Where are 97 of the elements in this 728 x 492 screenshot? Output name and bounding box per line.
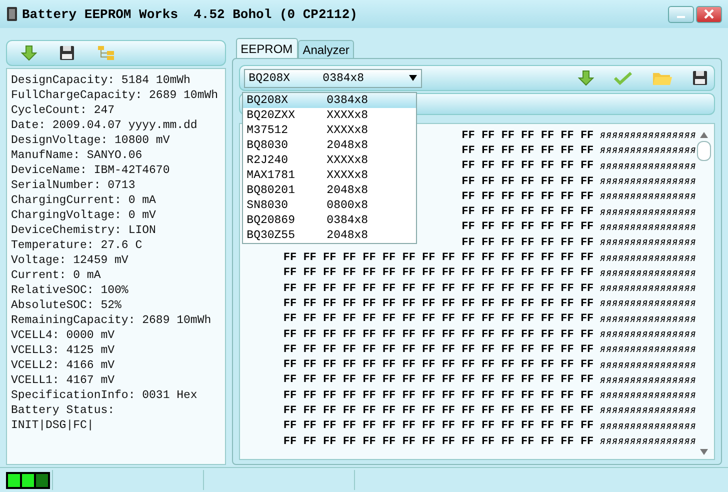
hex-bytes: FF FF FF FF FF FF FF FF FF FF FF FF FF FF FF FF xyxy=(283,328,594,340)
caret-icon xyxy=(408,75,417,81)
hex-bytes: FF FF FF FF FF FF FF xyxy=(462,130,594,142)
info-line: Current: 0 mA xyxy=(11,268,102,283)
dropdown-option[interactable]: BQ80201 2048x8 xyxy=(242,183,416,198)
info-line: DesignCapacity: 5184 10mWh xyxy=(11,73,192,88)
hex-bytes: FF FF FF FF FF FF FF FF FF FF FF FF FF FF FF FF xyxy=(283,420,594,432)
info-line: RemainingCapacity: 2689 10mWh xyxy=(11,313,212,328)
ascii-text: яяяяяяяяяяяяяяяя xyxy=(600,420,696,432)
hex-bytes: FF FF FF FF FF FF FF FF FF FF FF FF FF FF FF FF xyxy=(283,252,594,264)
ascii-text: яяяяяяяяяяяяяяяя xyxy=(600,283,696,294)
ascii-text: яяяяяяяяяяяяяяяя xyxy=(600,252,696,264)
ascii-text: яяяяяяяяяяяяяяяя xyxy=(600,237,696,248)
info-line: CycleCount: 247 xyxy=(11,103,116,118)
info-line: RelativeSOC: 100% xyxy=(11,283,130,298)
minimize-icon xyxy=(677,16,685,18)
close-icon xyxy=(704,9,714,19)
ascii-text: яяяяяяяяяяяяяяяя xyxy=(600,360,696,371)
info-line: Date: 2009.04.07 yyyy.mm.dd xyxy=(11,118,198,133)
close-button[interactable] xyxy=(696,6,722,22)
ascii-text: яяяяяяяяяяяяяяяя xyxy=(600,268,696,279)
info-line: FullChargeCapacity: 2689 10mWh xyxy=(11,88,220,103)
info-line: Voltage: 12459 mV xyxy=(11,253,130,268)
battery-icon xyxy=(6,6,18,22)
hex-bytes: FF FF FF FF FF FF FF FF FF FF FF FF FF FF FF FF xyxy=(283,282,594,295)
hex-bytes: FF FF FF FF FF FF FF FF FF FF FF FF FF FF FF FF xyxy=(283,404,594,417)
info-line: DeviceName: IBM-42T4670 xyxy=(11,163,171,178)
hex-bytes: FF FF FF FF FF FF FF xyxy=(462,176,594,188)
hex-bytes: FF FF FF FF FF FF FF xyxy=(462,160,594,172)
ascii-text: яяяяяяяяяяяяяяяя xyxy=(600,160,696,172)
ascii-text: яяяяяяяяяяяяяяяя xyxy=(600,298,696,310)
info-line: DeviceChemistry: LION xyxy=(11,223,157,238)
info-line: VCELL3: 4125 mV xyxy=(11,343,116,358)
save-icon[interactable] xyxy=(59,45,75,61)
save-icon[interactable] xyxy=(692,70,708,86)
hex-bytes: FF FF FF FF FF FF FF xyxy=(462,221,594,234)
ascii-text: яяяяяяяяяяяяяяяя xyxy=(600,390,696,402)
dropdown-option[interactable]: BQ208X 0384x8 xyxy=(242,93,416,108)
ascii-text: яяяяяяяяяяяяяяяя xyxy=(600,374,696,386)
info-line: INIT|DSG|FC| xyxy=(11,418,95,433)
ascii-text: яяяяяяяяяяяяяяяя xyxy=(600,176,696,188)
ascii-text: яяяяяяяяяяяяяяяя xyxy=(600,344,696,356)
window-title: Battery EEPROM Works 4.52 Bohol (0 CP2112) xyxy=(22,6,358,22)
ascii-text: яяяяяяяяяяяяяяяя xyxy=(600,405,696,416)
download-arrow-icon[interactable] xyxy=(21,45,37,61)
scroll-up-icon[interactable] xyxy=(700,132,708,138)
info-line: SerialNumber: 0713 xyxy=(11,178,136,193)
ascii-text: яяяяяяяяяяяяяяяя xyxy=(600,314,696,325)
chip-size: 0384x8 xyxy=(322,72,366,84)
hex-bytes: FF FF FF FF FF FF FF FF FF FF FF FF FF FF FF FF xyxy=(283,374,594,386)
info-line: AbsoluteSOC: 52% xyxy=(11,298,122,313)
info-line: VCELL1: 4167 mV xyxy=(11,373,116,388)
hex-bytes: FF FF FF FF FF FF FF FF FF FF FF FF FF FF FF FF xyxy=(283,298,594,310)
info-line: ChargingVoltage: 0 mV xyxy=(11,208,157,223)
info-line: SpecificationInfo: 0031 Hex xyxy=(11,388,198,403)
hex-bytes: FF FF FF FF FF FF FF FF FF FF FF FF FF FF FF FF xyxy=(283,344,594,356)
hex-bytes: FF FF FF FF FF FF FF FF FF FF FF FF FF FF FF FF xyxy=(283,313,594,326)
hex-bytes: FF FF FF FF FF FF FF xyxy=(462,206,594,218)
tree-icon[interactable] xyxy=(97,45,115,61)
scroll-thumb[interactable] xyxy=(697,141,711,161)
tab[interactable]: Analyzer xyxy=(298,40,354,58)
dropdown-option[interactable]: MAX1781 XXXXx8 xyxy=(242,168,416,183)
tab[interactable]: EEPROM xyxy=(236,38,298,58)
info-line: VCELL4: 0000 mV xyxy=(11,328,116,343)
dropdown-option[interactable]: M37512 XXXXx8 xyxy=(242,123,416,138)
dropdown-option[interactable]: R2J240 XXXXx8 xyxy=(242,153,416,168)
dropdown-option[interactable]: BQ30Z55 2048x8 xyxy=(242,228,416,243)
hex-bytes: FF FF FF FF FF FF FF FF FF FF FF FF FF FF FF FF xyxy=(283,390,594,402)
hex-bytes: FF FF FF FF FF FF FF xyxy=(462,190,594,203)
download-arrow-icon[interactable] xyxy=(578,70,594,86)
hex-bytes: FF FF FF FF FF FF FF xyxy=(462,144,594,157)
info-line: ManufName: SANYO.06 xyxy=(11,148,144,163)
ascii-text: яяяяяяяяяяяяяяяя xyxy=(600,222,696,233)
hex-bytes: FF FF FF FF FF FF FF FF FF FF FF FF FF FF FF FF xyxy=(283,436,594,448)
dropdown-option[interactable]: BQ20869 0384x8 xyxy=(242,213,416,228)
info-line: ChargingCurrent: 0 mA xyxy=(11,193,157,208)
dropdown-option[interactable]: BQ8030 2048x8 xyxy=(242,138,416,153)
info-line: VCELL2: 4166 mV xyxy=(11,358,116,373)
info-line: DesignVoltage: 10800 mV xyxy=(11,133,171,148)
ascii-text: яяяяяяяяяяяяяяяя xyxy=(600,145,696,156)
ascii-text: яяяяяяяяяяяяяяяя xyxy=(600,436,696,448)
chip-dropdown[interactable]: BQ208X 0384x8 xyxy=(244,68,422,88)
hex-bytes: FF FF FF FF FF FF FF xyxy=(462,236,594,249)
chip-name: BQ208X xyxy=(248,72,292,84)
info-line: Temperature: 27.6 C xyxy=(11,238,144,253)
check-icon[interactable] xyxy=(614,71,632,85)
ascii-text: яяяяяяяяяяяяяяяя xyxy=(600,130,696,142)
ascii-text: яяяяяяяяяяяяяяяя xyxy=(600,329,696,340)
dropdown-option[interactable]: SN8030 0800x8 xyxy=(242,198,416,213)
scroll-down-icon[interactable] xyxy=(700,449,708,455)
hex-bytes: FF FF FF FF FF FF FF FF FF FF FF FF FF FF FF FF xyxy=(283,359,594,372)
minimize-button[interactable] xyxy=(668,6,694,22)
info-line: Battery Status: xyxy=(11,403,116,418)
dropdown-option[interactable]: BQ20ZXX XXXXx8 xyxy=(242,108,416,123)
ascii-text: яяяяяяяяяяяяяяяя xyxy=(600,206,696,218)
ascii-text: яяяяяяяяяяяяяяяя xyxy=(600,191,696,202)
hex-bytes: FF FF FF FF FF FF FF FF FF FF FF FF FF FF FF FF xyxy=(283,267,594,280)
